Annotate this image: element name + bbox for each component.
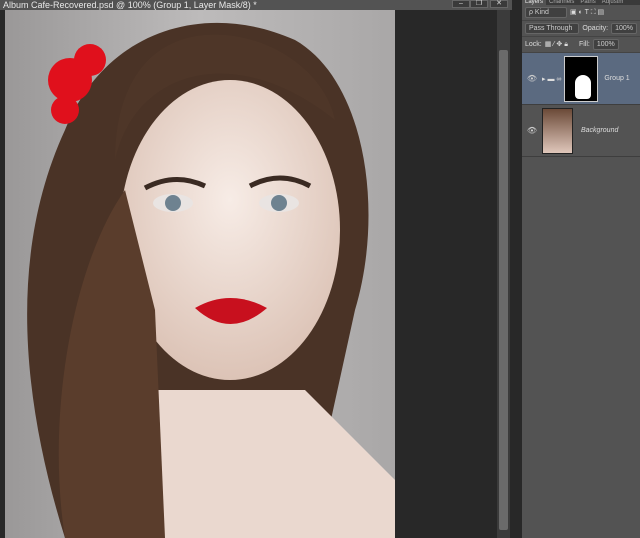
image-canvas[interactable] <box>5 10 395 538</box>
layer-name[interactable]: Group 1 <box>604 75 629 82</box>
document-title: Album Cafe-Recovered.psd @ 100% (Group 1… <box>0 0 512 10</box>
visibility-eye-icon[interactable]: 👁︎ <box>522 126 542 135</box>
lock-label: Lock: <box>525 41 542 48</box>
lock-icons[interactable]: ▦ ⁄ ✥ 🔒︎ <box>545 40 568 49</box>
document-window: Album Cafe-Recovered.psd @ 100% (Group 1… <box>0 0 512 538</box>
filter-kind-select[interactable]: ρ Kind <box>525 7 567 18</box>
portrait-image <box>27 22 395 538</box>
layer-row-background[interactable]: 👁︎ Background <box>522 105 640 157</box>
layer-row-group-1[interactable]: 👁︎ ▸ ▬ ∞ Group 1 <box>522 53 640 105</box>
opacity-label: Opacity: <box>582 25 609 32</box>
scrollbar-thumb[interactable] <box>499 50 508 530</box>
vertical-scrollbar[interactable] <box>497 10 510 538</box>
layers-panel: Layers Channels Paths Adjustm ρ Kind ▣ ◐ … <box>522 0 640 538</box>
restore-button[interactable]: ❐ <box>470 0 488 8</box>
layer-mask-thumbnail[interactable] <box>564 55 599 102</box>
tab-adjustments[interactable]: Adjustm <box>599 0 627 5</box>
tab-layers[interactable]: Layers <box>522 0 547 5</box>
layer-name[interactable]: Background <box>581 127 618 134</box>
fill-field[interactable]: 100% <box>592 39 619 50</box>
tab-channels[interactable]: Channels <box>546 0 577 5</box>
visibility-eye-icon[interactable]: 👁︎ <box>522 74 542 83</box>
layer-thumbnail[interactable] <box>542 107 573 154</box>
folder-icon: ▸ ▬ ∞ <box>542 75 562 83</box>
close-button[interactable]: ✕ <box>490 0 508 8</box>
blend-mode-select[interactable]: Pass Through <box>525 23 580 34</box>
tab-paths[interactable]: Paths <box>577 0 598 5</box>
minimize-button[interactable]: – <box>452 0 470 8</box>
fill-label: Fill: <box>578 41 590 48</box>
opacity-field[interactable]: 100% <box>611 23 637 34</box>
filter-icons[interactable]: ▣ ◐ T ⛶ ▤ <box>570 8 604 17</box>
